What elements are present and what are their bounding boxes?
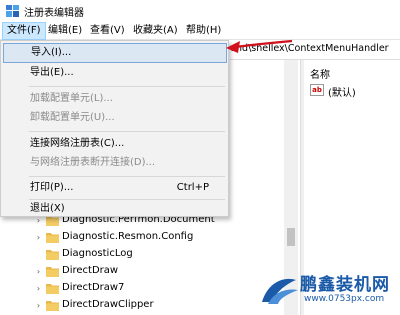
menu-item-load-hive[interactable]: 加载配置单元(L)...	[3, 89, 227, 109]
window-title: 注册表编辑器	[24, 8, 84, 19]
tree-row[interactable]: › DirectDraw7	[0, 280, 284, 297]
value-name: (默认)	[328, 88, 356, 99]
menu-help[interactable]: 帮助(H)	[182, 22, 225, 40]
menu-item-import[interactable]: 导入(I)...	[3, 43, 227, 63]
watermark-url: www.0753px.com	[304, 294, 385, 304]
tree-row-label: DiagnosticLog	[62, 248, 133, 259]
menu-favorites[interactable]: 收藏夹(A)	[129, 22, 182, 40]
title-bar: 注册表编辑器	[0, 0, 400, 22]
string-value-icon: ab	[310, 84, 324, 96]
menu-item-label: 退出(X)	[30, 203, 65, 214]
menu-item-label: 连接网络注册表(C)...	[30, 138, 125, 149]
menu-view[interactable]: 查看(V)	[86, 22, 129, 40]
scrollbar-thumb[interactable]	[287, 228, 295, 246]
tree-row-label: DirectDraw7	[62, 282, 125, 293]
tree-row-label: Diagnostic.Resmon.Config	[62, 231, 194, 242]
chevron-right-icon[interactable]: ›	[34, 267, 43, 276]
folder-icon	[46, 233, 59, 243]
chevron-right-icon[interactable]: ›	[34, 301, 43, 310]
watermark-logo-icon	[262, 278, 298, 304]
menu-separator	[29, 176, 225, 177]
file-menu-dropdown: 导入(I)... 导出(E)... 加载配置单元(L)... 卸载配置单元(U)…	[0, 40, 229, 217]
menu-item-shortcut: Ctrl+P	[176, 182, 209, 193]
address-bar[interactable]: und\shellex\ContextMenuHandler	[230, 40, 400, 60]
tree-row-label: DirectDrawClipper	[62, 299, 154, 310]
registry-editor-icon	[6, 5, 19, 17]
menu-item-label: 打印(P)...	[30, 182, 74, 193]
folder-icon	[46, 301, 59, 311]
chevron-right-icon[interactable]: ›	[34, 284, 43, 293]
menu-item-print[interactable]: 打印(P)... Ctrl+P	[3, 178, 227, 198]
column-header-name[interactable]: 名称	[310, 66, 330, 81]
watermark-title: 鹏鑫装机网	[300, 275, 390, 295]
menu-item-exit[interactable]: 退出(X)	[3, 201, 227, 217]
menu-item-unload-hive[interactable]: 卸载配置单元(U)...	[3, 108, 227, 128]
menu-bar: 文件(F) 编辑(E) 查看(V) 收藏夹(A) 帮助(H)	[0, 22, 400, 40]
folder-icon	[46, 267, 59, 277]
tree-row[interactable]: › DirectDrawClipper	[0, 297, 284, 314]
menu-item-label: 加载配置单元(L)...	[30, 93, 113, 104]
tree-row[interactable]: DiagnosticLog	[0, 246, 284, 263]
folder-icon	[46, 250, 59, 260]
menu-file[interactable]: 文件(F)	[2, 22, 46, 40]
menu-item-label: 导入(I)...	[31, 47, 72, 58]
menu-edit[interactable]: 编辑(E)	[44, 22, 86, 40]
menu-item-label: 与网络注册表断开连接(D)...	[30, 157, 156, 168]
menu-item-label: 卸载配置单元(U)...	[30, 112, 115, 123]
tree-row[interactable]: › DirectDraw	[0, 263, 284, 280]
address-path: und\shellex\ContextMenuHandler	[230, 43, 389, 54]
tree-row-spacer	[34, 250, 43, 259]
chevron-right-icon[interactable]: ›	[34, 216, 43, 225]
tree-row-label: DirectDraw	[62, 265, 119, 276]
menu-separator	[29, 131, 225, 132]
chevron-right-icon[interactable]: ›	[34, 233, 43, 242]
menu-item-export[interactable]: 导出(E)...	[3, 63, 227, 83]
menu-separator	[29, 199, 225, 200]
site-watermark: 鹏鑫装机网 www.0753px.com	[258, 270, 400, 315]
folder-icon	[46, 284, 59, 294]
menu-separator	[29, 86, 225, 87]
menu-item-connect-network-registry[interactable]: 连接网络注册表(C)...	[3, 134, 227, 154]
menu-item-label: 导出(E)...	[30, 67, 74, 78]
tree-row[interactable]: › Diagnostic.Resmon.Config	[0, 229, 284, 246]
menu-item-disconnect-network-registry[interactable]: 与网络注册表断开连接(D)...	[3, 153, 227, 173]
